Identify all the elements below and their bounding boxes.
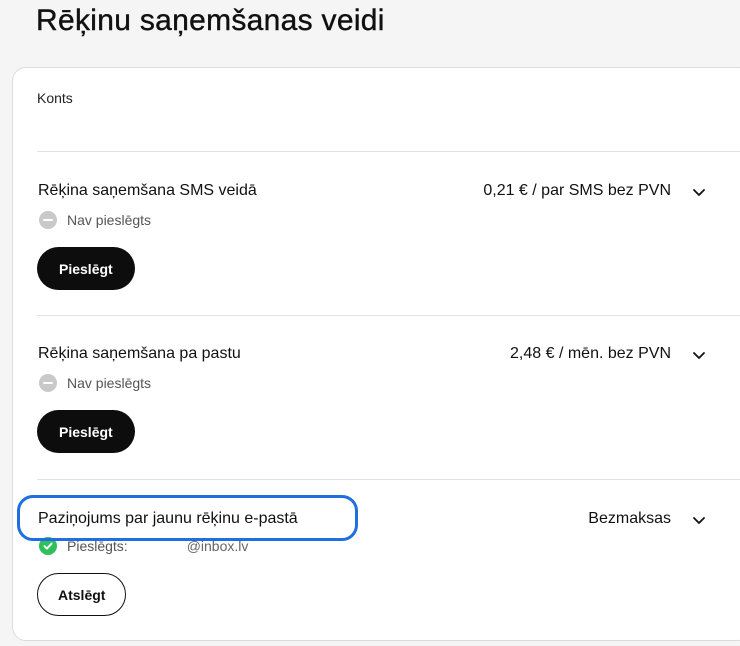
connect-sms-button[interactable]: Pieslēgt	[37, 247, 135, 290]
option-sms-status: Nav pieslēgts	[39, 211, 151, 229]
option-post-status-text: Nav pieslēgts	[67, 375, 152, 391]
account-label: Konts	[37, 90, 73, 106]
option-post-price[interactable]: 2,48 € / mēn. bez PVN	[510, 345, 671, 363]
minus-circle-icon	[39, 211, 57, 229]
chevron-down-icon[interactable]	[691, 184, 707, 200]
option-sms-price[interactable]: 0,21 € / par SMS bez PVN	[483, 182, 671, 200]
option-sms-title: Rēķina saņemšana SMS veidā	[38, 182, 257, 199]
option-email-status: Pieslēgts: @inbox.lv	[39, 537, 248, 555]
connect-post-button[interactable]: Pieslēgt	[37, 410, 135, 453]
disconnect-email-button[interactable]: Atslēgt	[37, 573, 127, 616]
divider	[37, 479, 740, 480]
option-sms-status-text: Nav pieslēgts	[67, 212, 152, 228]
option-email-address: @inbox.lv	[186, 538, 249, 554]
chevron-down-icon[interactable]	[691, 512, 707, 528]
option-email-status-text: Pieslēgts:	[67, 538, 128, 554]
option-email-title: Paziņojums par jaunu rēķinu e-pastā	[38, 510, 298, 527]
minus-circle-icon	[39, 374, 57, 392]
option-email-price[interactable]: Bezmaksas	[588, 510, 671, 528]
page-title: Rēķinu saņemšanas veidi	[36, 4, 385, 37]
check-circle-icon	[39, 537, 57, 555]
divider	[37, 315, 740, 316]
option-post-title: Rēķina saņemšana pa pastu	[38, 345, 241, 362]
chevron-down-icon[interactable]	[691, 347, 707, 363]
option-post-status: Nav pieslēgts	[39, 374, 151, 392]
billing-options-card: Konts Rēķina saņemšana SMS veidā 0,21 € …	[12, 67, 740, 641]
divider	[37, 151, 740, 152]
